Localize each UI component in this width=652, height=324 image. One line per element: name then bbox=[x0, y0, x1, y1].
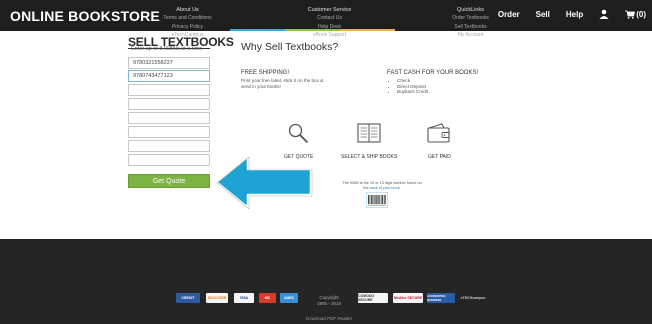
isbn-input-8[interactable] bbox=[128, 154, 210, 166]
isbn-input-5[interactable] bbox=[128, 112, 210, 124]
footer-link[interactable]: Order Textbooks bbox=[428, 14, 513, 22]
step-get-quote-label: GET QUOTE bbox=[284, 154, 314, 160]
footer-link[interactable]: Terms and Conditions bbox=[145, 14, 230, 22]
accent-bar-blue bbox=[230, 29, 285, 31]
cart-button[interactable]: (0) bbox=[625, 10, 646, 19]
bbb-badge: ACCREDITED BUSINESS bbox=[427, 293, 455, 303]
etechcampus-badge: eTECHcampus bbox=[460, 296, 486, 300]
footer-quicklinks-column: QuickLinks Order Textbooks Sell Textbook… bbox=[428, 6, 513, 39]
nav-help[interactable]: Help bbox=[566, 10, 583, 19]
free-shipping-heading: FREE SHIPPING! bbox=[241, 70, 290, 76]
comodo-badge: COMODO SECURE bbox=[358, 293, 388, 303]
amex-badge: AMEX bbox=[280, 293, 298, 303]
footer-about-heading[interactable]: About Us bbox=[145, 6, 230, 14]
isbn-help-period: . bbox=[399, 185, 401, 190]
isbn-input-4[interactable] bbox=[128, 98, 210, 110]
isbn-limit-note: Enter up to 8 ISBNs at a time bbox=[131, 46, 203, 52]
fast-cash-heading: FAST CASH FOR YOUR BOOKS! bbox=[387, 70, 479, 76]
cart-icon bbox=[625, 10, 636, 19]
credit-badge: CREDIT bbox=[176, 293, 200, 303]
isbn-input-3[interactable] bbox=[128, 84, 210, 96]
step-get-paid-label: GET PAID bbox=[428, 154, 451, 160]
why-sell-heading: Why Sell Textbooks? bbox=[241, 41, 339, 53]
cart-count: (0) bbox=[636, 9, 646, 19]
book-icon bbox=[357, 123, 381, 143]
isbn-input-6[interactable] bbox=[128, 126, 210, 138]
step-select-ship-label: SELECT & SHIP BOOKS bbox=[341, 154, 398, 160]
payment-option: Buyback Credit bbox=[397, 89, 428, 95]
main-nav: Order Sell Help (0) bbox=[498, 9, 646, 19]
nav-sell[interactable]: Sell bbox=[536, 10, 550, 19]
barcode-icon bbox=[366, 192, 388, 208]
back-of-book-link[interactable]: back of your book bbox=[370, 186, 400, 190]
copyright-years: 1995 - 2018 bbox=[316, 301, 342, 306]
isbn-help-note: The ISBN is the 10 or 13 digit number fo… bbox=[342, 181, 422, 190]
free-shipping-text: Print your free label, stick it on the b… bbox=[241, 78, 324, 89]
wallet-icon bbox=[427, 123, 450, 143]
footer-link[interactable]: Contact Us bbox=[287, 14, 372, 22]
footer-link[interactable]: Help Desk bbox=[287, 23, 372, 31]
isbn-input-7[interactable] bbox=[128, 140, 210, 152]
footer-link[interactable]: Privacy Policy bbox=[145, 23, 230, 31]
discover-badge: DISCOVER bbox=[206, 293, 228, 303]
isbn-input-1[interactable] bbox=[128, 57, 210, 69]
footer-link[interactable]: eBook Support bbox=[287, 31, 372, 39]
isbn-input-2[interactable] bbox=[128, 70, 210, 82]
site-footer bbox=[0, 239, 652, 324]
magnifier-icon bbox=[288, 123, 308, 143]
payment-options-list: Check Direct Deposit Buyback Credit bbox=[391, 78, 428, 95]
pointing-arrow-icon bbox=[214, 154, 313, 210]
mcafee-badge: McAfee SECURE bbox=[393, 293, 423, 303]
footer-quicklinks-heading[interactable]: QuickLinks bbox=[428, 6, 513, 14]
user-icon[interactable] bbox=[599, 9, 609, 19]
get-quote-button[interactable]: Get Quote bbox=[128, 174, 210, 188]
footer-service-heading[interactable]: Customer Service bbox=[287, 6, 372, 14]
footer-link[interactable]: eTechCampus bbox=[145, 31, 230, 39]
footer-about-column: About Us Terms and Conditions Privacy Po… bbox=[145, 6, 230, 39]
visa-badge: VISA bbox=[234, 293, 254, 303]
footer-link[interactable]: Sell Textbooks bbox=[428, 23, 513, 31]
mastercard-badge: MC bbox=[259, 293, 276, 303]
site-logo[interactable]: ONLINE BOOKSTORE bbox=[10, 8, 160, 24]
footer-service-column: Customer Service Contact Us Help Desk eB… bbox=[287, 6, 372, 39]
copyright: Copyright 1995 - 2018 bbox=[300, 295, 358, 307]
footer-link[interactable]: My Account bbox=[428, 31, 513, 39]
download-pdf-reader-link[interactable]: Download PDF Reader bbox=[300, 316, 358, 321]
